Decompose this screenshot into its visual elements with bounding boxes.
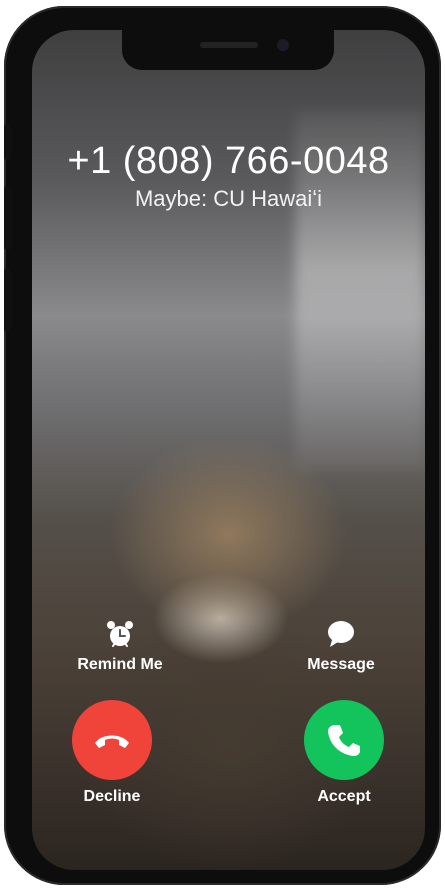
accept-circle[interactable]	[304, 700, 384, 780]
accept-label: Accept	[317, 788, 371, 805]
side-button-mute	[4, 124, 11, 160]
remind-me-label: Remind Me	[77, 656, 163, 673]
decline-circle[interactable]	[72, 700, 152, 780]
caller-suggestion: Maybe: CU Hawaiʻi	[134, 186, 323, 211]
phone-icon	[328, 725, 360, 756]
message-label: Message	[307, 656, 375, 673]
caller-number: +1 (808) 766-0048	[67, 140, 390, 182]
side-button-volume-down	[4, 268, 11, 332]
decline-button[interactable]: Decline	[52, 700, 172, 806]
incoming-call-screen: +1 (808) 766-0048 Maybe: CU Hawaiʻi Remi…	[32, 30, 425, 870]
speech-bubble-icon	[328, 621, 354, 647]
side-button-volume-up	[4, 186, 11, 250]
message-button[interactable]: Message	[281, 618, 401, 674]
front-camera	[277, 39, 289, 51]
phone-notch	[122, 30, 334, 70]
phone-frame: +1 (808) 766-0048 Maybe: CU Hawaiʻi Remi…	[4, 6, 441, 885]
alarm-clock-icon	[107, 621, 133, 647]
remind-me-button[interactable]: Remind Me	[60, 618, 180, 674]
decline-label: Decline	[83, 788, 141, 805]
phone-hangup-icon	[95, 735, 129, 748]
accept-button[interactable]: Accept	[284, 700, 404, 806]
earpiece-speaker	[200, 42, 258, 48]
